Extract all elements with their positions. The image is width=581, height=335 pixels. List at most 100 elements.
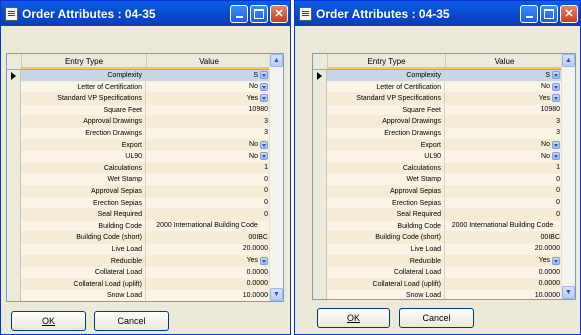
row-selector[interactable] <box>7 116 21 128</box>
value-cell[interactable]: Yes <box>146 255 271 268</box>
dropdown-arrow-icon[interactable] <box>552 140 560 149</box>
value-cell[interactable]: 3 <box>445 127 563 140</box>
row-selector[interactable] <box>313 116 327 128</box>
row-selector[interactable] <box>7 127 21 140</box>
table-row[interactable]: Approval Drawings 3 <box>7 116 283 128</box>
table-row[interactable]: Live Load 20.0000 <box>7 243 283 256</box>
cancel-button[interactable]: Cancel <box>399 308 474 328</box>
table-row[interactable]: Letter of Certification No <box>313 81 575 94</box>
dropdown-arrow-icon[interactable] <box>260 256 268 265</box>
value-cell[interactable]: 0.0000 <box>445 278 563 291</box>
value-cell[interactable]: No <box>445 151 563 163</box>
value-cell[interactable]: 1 <box>445 162 563 175</box>
table-row[interactable]: Square Feet 10980 <box>7 104 283 117</box>
row-selector[interactable] <box>7 81 21 94</box>
value-cell[interactable]: 0.0000 <box>445 267 563 279</box>
table-row[interactable]: Approval Drawings 3 <box>313 116 575 128</box>
row-selector[interactable] <box>313 220 327 233</box>
row-selector[interactable] <box>313 174 327 186</box>
value-cell[interactable]: No <box>146 151 271 163</box>
value-cell[interactable]: 10980 <box>445 104 563 117</box>
row-selector[interactable] <box>313 232 327 244</box>
table-row[interactable]: Standard VP Specifications Yes <box>313 93 575 105</box>
row-selector[interactable] <box>313 290 327 299</box>
table-row[interactable]: Complexity S <box>7 70 283 82</box>
table-row[interactable]: Erection Sepias 0 <box>313 197 575 210</box>
value-cell[interactable]: 0 <box>146 197 271 210</box>
value-cell[interactable]: Yes <box>146 93 271 105</box>
value-cell[interactable]: Yes <box>445 93 563 105</box>
attributes-grid[interactable]: Entry Type Value Complexity S Letter of Ce… <box>6 53 284 302</box>
dropdown-arrow-icon[interactable] <box>552 152 560 161</box>
row-selector[interactable] <box>313 243 327 256</box>
value-cell[interactable]: 10980 <box>146 104 271 117</box>
table-row[interactable]: Building Code 2000 International Building… <box>7 220 283 233</box>
table-row[interactable]: Square Feet 10980 <box>313 104 575 117</box>
column-header-value[interactable]: Value <box>446 54 564 69</box>
column-header-value[interactable]: Value <box>147 54 272 69</box>
row-selector[interactable] <box>7 290 21 301</box>
value-cell[interactable]: No <box>445 139 563 152</box>
row-selector[interactable] <box>7 267 21 279</box>
scroll-down-button[interactable]: ▼ <box>270 288 283 301</box>
vertical-scrollbar[interactable]: ▲ ▼ <box>269 54 283 301</box>
row-selector[interactable] <box>313 139 327 152</box>
scroll-up-button[interactable]: ▲ <box>270 54 283 67</box>
value-cell[interactable]: 0 <box>146 174 271 186</box>
table-row[interactable]: Reducible Yes <box>7 255 283 268</box>
table-row[interactable]: Complexity S <box>313 70 575 82</box>
dropdown-arrow-icon[interactable] <box>260 94 268 103</box>
value-cell[interactable]: 10.0000 <box>146 290 271 301</box>
column-header-entry-type[interactable]: Entry Type <box>22 54 147 69</box>
value-cell[interactable]: 0 <box>445 197 563 210</box>
value-cell[interactable]: 0 <box>445 185 563 198</box>
value-cell[interactable]: 20.0000 <box>146 243 271 256</box>
table-row[interactable]: Erection Drawings 3 <box>313 127 575 140</box>
value-cell[interactable]: 0.0000 <box>146 267 271 279</box>
row-selector[interactable] <box>7 209 21 221</box>
value-cell[interactable]: 0 <box>146 209 271 221</box>
dropdown-arrow-icon[interactable] <box>260 152 268 161</box>
value-cell[interactable]: 2000 International Building Code <box>445 220 563 233</box>
table-row[interactable]: Wet Stamp 0 <box>313 174 575 186</box>
row-selector[interactable] <box>7 174 21 186</box>
row-selector[interactable] <box>7 185 21 198</box>
value-cell[interactable]: 0 <box>146 185 271 198</box>
table-row[interactable]: UL90 No <box>313 151 575 163</box>
table-row[interactable]: Building Code (short) 00IBC <box>7 232 283 244</box>
table-row[interactable]: Wet Stamp 0 <box>7 174 283 186</box>
table-row[interactable]: Reducible Yes <box>313 255 575 268</box>
table-row[interactable]: Approval Sepias 0 <box>7 185 283 198</box>
attributes-grid[interactable]: Entry Type Value Complexity S Letter of Ce… <box>312 53 576 300</box>
row-selector[interactable] <box>313 255 327 268</box>
row-selector[interactable] <box>7 139 21 152</box>
dropdown-arrow-icon[interactable] <box>552 82 560 91</box>
value-cell[interactable]: 3 <box>445 116 563 128</box>
value-cell[interactable]: No <box>146 139 271 152</box>
row-selector[interactable] <box>7 197 21 210</box>
value-cell[interactable]: 0 <box>445 174 563 186</box>
table-row[interactable]: Erection Sepias 0 <box>7 197 283 210</box>
value-cell[interactable]: 0 <box>445 209 563 221</box>
row-selector[interactable] <box>7 151 21 163</box>
row-selector[interactable] <box>7 93 21 105</box>
table-row[interactable]: Seal Required 0 <box>7 209 283 221</box>
table-row[interactable]: Collateral Load 0.0000 <box>313 267 575 279</box>
table-row[interactable]: Building Code (short) 00IBC <box>313 232 575 244</box>
value-cell[interactable]: 0.0000 <box>146 278 271 291</box>
value-cell[interactable]: No <box>445 81 563 94</box>
value-cell[interactable]: 3 <box>146 127 271 140</box>
ok-button[interactable]: OK <box>11 311 86 331</box>
maximize-button[interactable] <box>250 4 268 23</box>
value-cell[interactable]: 10.0000 <box>445 290 563 299</box>
table-row[interactable]: Live Load 20.0000 <box>313 243 575 256</box>
table-row[interactable]: Collateral Load (uplift) 0.0000 <box>313 278 575 291</box>
row-selector[interactable] <box>7 104 21 117</box>
row-selector[interactable] <box>313 278 327 291</box>
dropdown-arrow-icon[interactable] <box>260 71 268 80</box>
value-cell[interactable]: S <box>146 70 271 82</box>
row-selector[interactable] <box>7 162 21 175</box>
value-cell[interactable]: 20.0000 <box>445 243 563 256</box>
row-selector[interactable] <box>313 209 327 221</box>
cancel-button[interactable]: Cancel <box>94 311 169 331</box>
